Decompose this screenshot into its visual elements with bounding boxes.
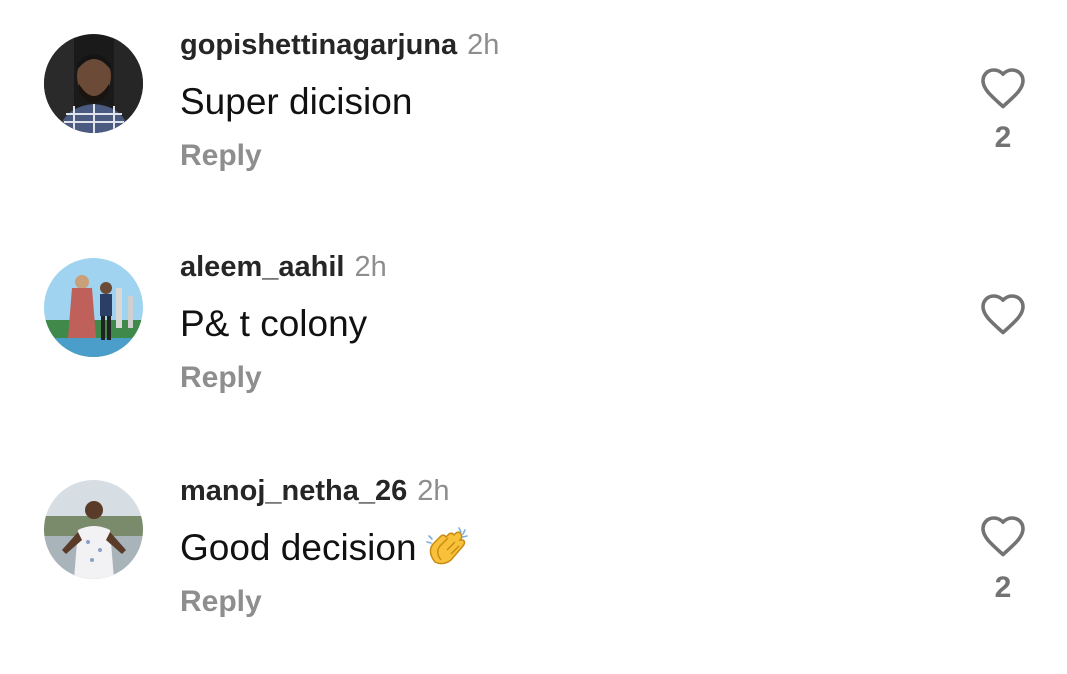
avatar[interactable] <box>44 34 143 133</box>
like-button[interactable] <box>978 292 1028 336</box>
like-count: 2 <box>994 121 1012 154</box>
comment-text: P& t colony <box>180 303 368 344</box>
comment-header: gopishettinagarjuna 2h <box>180 28 499 67</box>
comment-item: aleem_aahil 2h P& t colony Reply <box>0 250 1067 450</box>
reply-button[interactable]: Reply <box>180 584 262 620</box>
comment-text-content: Good decision <box>180 527 417 568</box>
avatar[interactable] <box>44 258 143 357</box>
comment-text: Good decision <box>180 526 469 570</box>
timestamp: 2h <box>467 29 500 61</box>
heart-icon <box>981 516 1025 557</box>
reply-button[interactable]: Reply <box>180 138 262 174</box>
username[interactable]: aleem_aahil <box>180 251 344 283</box>
username[interactable]: manoj_netha_26 <box>180 475 407 507</box>
like-button[interactable] <box>978 66 1028 110</box>
comment-item: manoj_netha_26 2h Good decision Reply 2 <box>0 474 1067 674</box>
timestamp: 2h <box>417 475 450 507</box>
clapping-hands-icon <box>425 527 468 565</box>
comment-item: gopishettinagarjuna 2h Super dicision Rep… <box>0 28 1067 228</box>
like-button[interactable] <box>978 514 1028 558</box>
reply-button[interactable]: Reply <box>180 360 262 396</box>
comment-header: manoj_netha_26 2h <box>180 474 450 513</box>
avatar-image-icon <box>44 480 143 579</box>
like-count: 2 <box>994 571 1012 604</box>
avatar-image-icon <box>44 258 143 357</box>
comment-text: Super dicision <box>180 81 413 122</box>
avatar[interactable] <box>44 480 143 579</box>
username[interactable]: gopishettinagarjuna <box>180 29 457 61</box>
heart-icon <box>981 294 1025 335</box>
avatar-image-icon <box>44 34 143 133</box>
comment-header: aleem_aahil 2h <box>180 250 387 289</box>
heart-icon <box>981 68 1025 109</box>
timestamp: 2h <box>354 251 387 283</box>
